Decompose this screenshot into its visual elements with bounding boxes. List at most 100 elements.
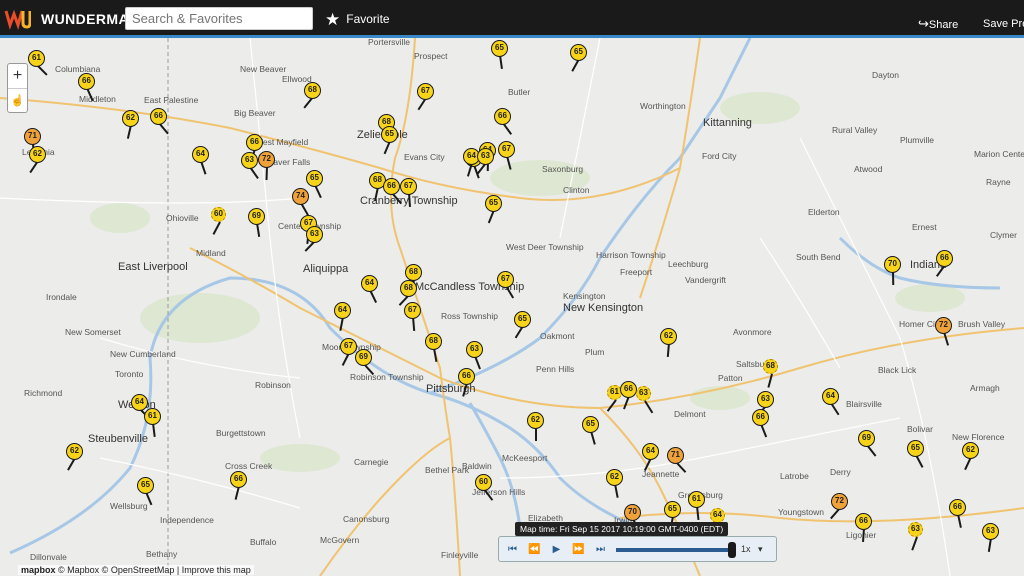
place-label: Blairsville	[846, 399, 882, 409]
weather-station-marker[interactable]: 66	[936, 250, 953, 267]
place-label: Toronto	[115, 369, 144, 379]
weather-station-marker[interactable]: 65	[582, 416, 599, 433]
weather-station-marker[interactable]: 66	[855, 513, 872, 530]
weather-station-marker[interactable]: 69	[858, 430, 875, 447]
weather-station-marker[interactable]: 70	[884, 256, 901, 273]
wunderground-logo-icon[interactable]	[3, 5, 31, 31]
weather-station-marker[interactable]: 65	[137, 477, 154, 494]
zoom-in-button[interactable]: +	[8, 64, 27, 88]
weather-station-marker[interactable]: 63	[477, 148, 494, 165]
weather-station-marker[interactable]: 66	[949, 499, 966, 516]
play-button[interactable]: ▶	[546, 541, 567, 558]
weather-station-marker[interactable]: 66	[458, 368, 475, 385]
weather-station-marker[interactable]: 71	[24, 128, 41, 145]
search-input[interactable]	[125, 7, 313, 30]
fast-forward-button[interactable]: ⏩	[568, 541, 589, 558]
place-label: Kensington	[563, 291, 606, 301]
weather-station-marker[interactable]: 63	[757, 391, 774, 408]
weather-station-marker[interactable]: 63	[982, 523, 999, 540]
weather-station-marker[interactable]: 64	[131, 394, 148, 411]
star-icon: ★	[325, 10, 341, 29]
weather-station-marker[interactable]: 67	[498, 141, 515, 158]
weather-station-marker[interactable]: 66	[150, 108, 167, 125]
share-button[interactable]: ↪Share	[918, 16, 958, 32]
weather-station-marker[interactable]: 74	[292, 188, 309, 205]
weather-station-marker[interactable]: 65	[514, 311, 531, 328]
weather-station-marker[interactable]: 60	[211, 207, 226, 222]
weather-station-marker[interactable]: 64	[192, 146, 209, 163]
weather-station-marker[interactable]: 66	[246, 134, 263, 151]
weather-station-marker[interactable]: 66	[383, 178, 400, 195]
weather-station-marker[interactable]: 64	[822, 388, 839, 405]
weather-station-marker[interactable]: 68	[763, 359, 778, 374]
weather-station-marker[interactable]: 69	[355, 349, 372, 366]
place-label: McKeesport	[502, 453, 548, 463]
weather-station-marker[interactable]: 63	[241, 152, 258, 169]
weather-station-marker[interactable]: 66	[494, 108, 511, 125]
skip-forward-button[interactable]: ⏭	[590, 541, 611, 558]
place-label: Clymer	[990, 230, 1017, 240]
weather-station-marker[interactable]: 67	[404, 302, 421, 319]
pointer-tool-icon[interactable]: ☝	[8, 88, 27, 112]
weather-station-marker[interactable]: 67	[400, 178, 417, 195]
favorite-button[interactable]: ★ Favorite	[325, 10, 390, 30]
weather-station-marker[interactable]: 62	[66, 443, 83, 460]
weather-station-marker[interactable]: 67	[340, 338, 357, 355]
weather-station-marker[interactable]: 62	[122, 110, 139, 127]
weather-station-marker[interactable]: 66	[620, 381, 637, 398]
weather-station-marker[interactable]: 72	[831, 493, 848, 510]
weather-station-marker[interactable]: 67	[417, 83, 434, 100]
weather-station-marker[interactable]: 66	[752, 409, 769, 426]
place-label: Dayton	[872, 70, 899, 80]
weather-station-marker[interactable]: 68	[304, 82, 321, 99]
weather-station-marker[interactable]: 65	[570, 44, 587, 61]
weather-station-marker[interactable]: 62	[606, 469, 623, 486]
weather-station-marker[interactable]: 65	[907, 440, 924, 457]
weather-station-marker[interactable]: 70	[624, 504, 641, 521]
weather-station-marker[interactable]: 65	[306, 170, 323, 187]
weather-station-marker[interactable]: 67	[497, 271, 514, 288]
weather-station-marker[interactable]: 68	[425, 333, 442, 350]
mapbox-logo[interactable]: mapbox	[21, 565, 56, 575]
weather-station-marker[interactable]: 69	[248, 208, 265, 225]
timeline-handle[interactable]	[728, 542, 736, 558]
weather-station-marker[interactable]: 72	[258, 151, 275, 168]
weather-station-marker[interactable]: 63	[466, 341, 483, 358]
weather-station-marker[interactable]: 63	[306, 226, 323, 243]
rewind-button[interactable]: ⏪	[524, 541, 545, 558]
weather-station-marker[interactable]: 62	[660, 328, 677, 345]
timeline-track[interactable]	[616, 548, 730, 552]
weather-station-marker[interactable]: 64	[361, 275, 378, 292]
weather-station-marker[interactable]: 71	[667, 447, 684, 464]
weather-station-marker[interactable]: 64	[642, 443, 659, 460]
weather-station-marker[interactable]: 61	[28, 50, 45, 67]
weather-station-marker[interactable]: 65	[485, 195, 502, 212]
map-canvas[interactable]: Portersville Prospect Columbiana New Bea…	[0, 38, 1024, 576]
place-label: Brush Valley	[958, 319, 1006, 329]
share-icon: ↪	[918, 16, 929, 31]
place-label: Ross Township	[441, 311, 499, 321]
weather-station-marker[interactable]: 65	[381, 126, 398, 143]
weather-station-marker[interactable]: 66	[230, 471, 247, 488]
weather-station-marker[interactable]: 62	[527, 412, 544, 429]
weather-station-marker[interactable]: 61	[688, 491, 705, 508]
save-preset-button[interactable]: Save Pre	[983, 18, 1024, 30]
place-label: Canonsburg	[343, 514, 390, 524]
weather-station-marker[interactable]: 63	[636, 386, 651, 401]
weather-station-marker[interactable]: 64	[710, 508, 725, 523]
weather-station-marker[interactable]: 65	[664, 501, 681, 518]
weather-station-marker[interactable]: 61	[144, 408, 161, 425]
weather-station-marker[interactable]: 62	[29, 146, 46, 163]
weather-station-marker[interactable]: 60	[475, 474, 492, 491]
weather-station-marker[interactable]: 68	[400, 280, 417, 297]
weather-station-marker[interactable]: 65	[491, 40, 508, 57]
weather-station-marker[interactable]: 68	[405, 264, 422, 281]
weather-station-marker[interactable]: 66	[78, 73, 95, 90]
speed-select[interactable]: 1x ▾	[741, 544, 763, 555]
zoom-controls: + ☝	[7, 63, 28, 113]
weather-station-marker[interactable]: 62	[962, 442, 979, 459]
weather-station-marker[interactable]: 72	[935, 317, 952, 334]
skip-back-button[interactable]: ⏮	[502, 541, 523, 558]
weather-station-marker[interactable]: 63	[908, 522, 923, 537]
weather-station-marker[interactable]: 64	[334, 302, 351, 319]
